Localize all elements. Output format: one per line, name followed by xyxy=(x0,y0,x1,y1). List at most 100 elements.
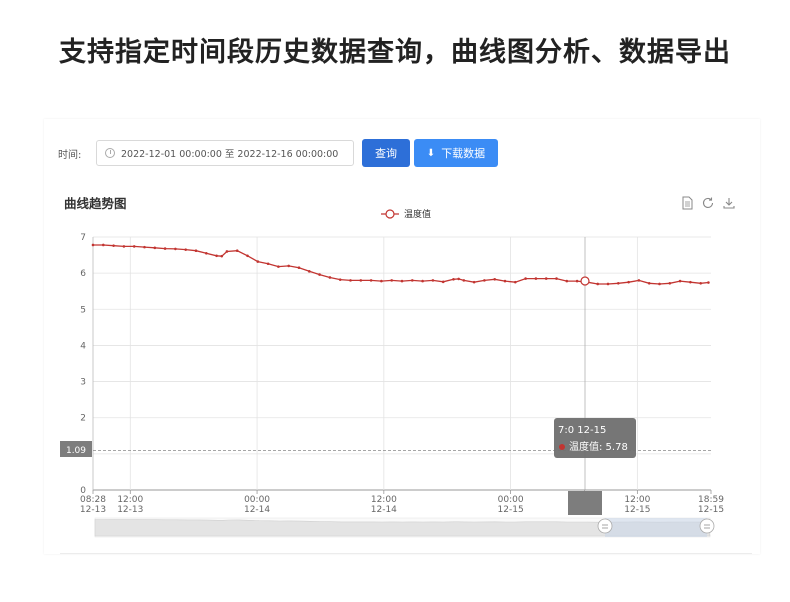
data-point[interactable] xyxy=(122,245,126,248)
data-point[interactable] xyxy=(297,266,301,270)
data-point[interactable] xyxy=(308,270,311,273)
data-point[interactable] xyxy=(205,251,208,255)
data-point[interactable] xyxy=(462,279,466,282)
x-tick-time: 12:00 xyxy=(117,495,143,505)
data-point[interactable] xyxy=(514,280,517,284)
hover-point xyxy=(580,276,590,286)
tooltip-marker xyxy=(559,444,565,450)
x-pointer-label-bg xyxy=(568,491,602,515)
data-point[interactable] xyxy=(678,279,682,283)
data-point[interactable] xyxy=(318,273,321,276)
data-point[interactable] xyxy=(112,244,115,247)
mark-line-value: 1.09 xyxy=(66,446,86,456)
x-tick-time: 00:00 xyxy=(498,495,524,505)
y-tick-label: 2 xyxy=(80,414,86,424)
zoom-handle-end[interactable] xyxy=(699,518,715,534)
data-point[interactable] xyxy=(215,254,218,258)
data-point[interactable] xyxy=(699,281,702,285)
data-point[interactable] xyxy=(102,243,105,247)
data-point[interactable] xyxy=(359,279,363,282)
data-point[interactable] xyxy=(235,249,239,253)
data-point[interactable] xyxy=(658,282,661,286)
trend-chart: 01234567 08:2812-1312:0012-1300:0012-141… xyxy=(60,208,724,538)
data-point[interactable] xyxy=(555,277,558,280)
data-point[interactable] xyxy=(246,254,249,258)
data-point[interactable] xyxy=(153,246,157,250)
data-point[interactable] xyxy=(452,277,455,281)
tooltip-title: 7:0 12-15 xyxy=(558,425,606,436)
data-point[interactable] xyxy=(668,281,672,285)
data-point[interactable] xyxy=(483,279,486,282)
x-tick-date: 12-13 xyxy=(117,505,143,515)
data-point[interactable] xyxy=(163,247,167,250)
data-point[interactable] xyxy=(524,277,527,280)
x-tick-date: 12-14 xyxy=(244,505,270,515)
x-tick-time: 12:00 xyxy=(624,495,650,505)
data-point[interactable] xyxy=(457,277,460,281)
data-point[interactable] xyxy=(472,280,476,284)
x-tick-time: 18:59 xyxy=(698,495,724,505)
data-point[interactable] xyxy=(411,279,414,282)
data-point[interactable] xyxy=(596,282,599,286)
mark-line-label: 1.09 xyxy=(60,441,92,457)
data-point[interactable] xyxy=(184,248,187,251)
data-point[interactable] xyxy=(647,281,651,285)
x-tick-date: 12-15 xyxy=(624,505,650,515)
data-point[interactable] xyxy=(575,279,579,283)
y-tick-label: 5 xyxy=(80,305,86,315)
data-point[interactable] xyxy=(606,282,610,286)
data-point[interactable] xyxy=(132,245,136,248)
x-tick-date: 12-15 xyxy=(498,505,524,515)
data-point[interactable] xyxy=(534,277,538,280)
x-tick-date: 12-15 xyxy=(698,505,724,515)
legend[interactable]: 温度值 xyxy=(381,208,431,220)
tooltip: 7:0 12-15 温度值: 5.78 xyxy=(554,418,636,458)
x-axis-labels: 08:2812-1312:0012-1300:0012-1412:0012-14… xyxy=(80,495,724,515)
data-point[interactable] xyxy=(390,279,394,282)
x-tick-time: 00:00 xyxy=(244,495,270,505)
y-tick-label: 4 xyxy=(80,341,86,351)
tooltip-value: 温度值: 5.78 xyxy=(569,440,628,453)
data-point[interactable] xyxy=(287,264,291,268)
data-zoom-slider[interactable] xyxy=(94,517,715,538)
data-point[interactable] xyxy=(277,265,280,268)
x-tick-date: 12-14 xyxy=(371,505,397,515)
data-point[interactable] xyxy=(503,279,507,283)
data-point[interactable] xyxy=(493,277,497,281)
data-point[interactable] xyxy=(256,260,260,263)
data-point[interactable] xyxy=(174,247,177,251)
data-point[interactable] xyxy=(565,279,569,283)
y-tick-label: 3 xyxy=(80,378,86,388)
data-point[interactable] xyxy=(220,254,224,258)
y-tick-label: 6 xyxy=(80,269,86,279)
legend-marker xyxy=(385,209,395,219)
zoom-handle-start[interactable] xyxy=(597,518,613,534)
data-point[interactable] xyxy=(380,279,383,283)
x-tick-time: 12:00 xyxy=(371,495,397,505)
data-point[interactable] xyxy=(637,279,641,282)
data-point[interactable] xyxy=(689,280,692,284)
data-point[interactable] xyxy=(194,249,198,253)
data-point[interactable] xyxy=(328,276,332,279)
data-point[interactable] xyxy=(143,245,146,249)
data-point[interactable] xyxy=(225,250,229,253)
x-tick-date: 12-13 xyxy=(80,505,106,515)
data-point[interactable] xyxy=(544,277,548,280)
data-point[interactable] xyxy=(91,243,95,247)
data-point[interactable] xyxy=(421,279,424,283)
data-point[interactable] xyxy=(349,279,352,282)
data-point[interactable] xyxy=(369,279,373,282)
legend-label: 温度值 xyxy=(404,208,431,220)
data-point[interactable] xyxy=(617,281,620,285)
x-tick-time: 08:28 xyxy=(80,495,106,505)
panel-divider xyxy=(60,553,752,554)
y-tick-label: 7 xyxy=(80,233,86,243)
data-point[interactable] xyxy=(400,279,404,283)
data-point[interactable] xyxy=(441,280,445,284)
data-point[interactable] xyxy=(338,278,342,281)
data-point[interactable] xyxy=(627,280,630,284)
data-point[interactable] xyxy=(266,262,270,266)
data-point[interactable] xyxy=(707,281,710,284)
data-point[interactable] xyxy=(431,279,435,282)
zoom-selected-range[interactable] xyxy=(605,518,707,537)
